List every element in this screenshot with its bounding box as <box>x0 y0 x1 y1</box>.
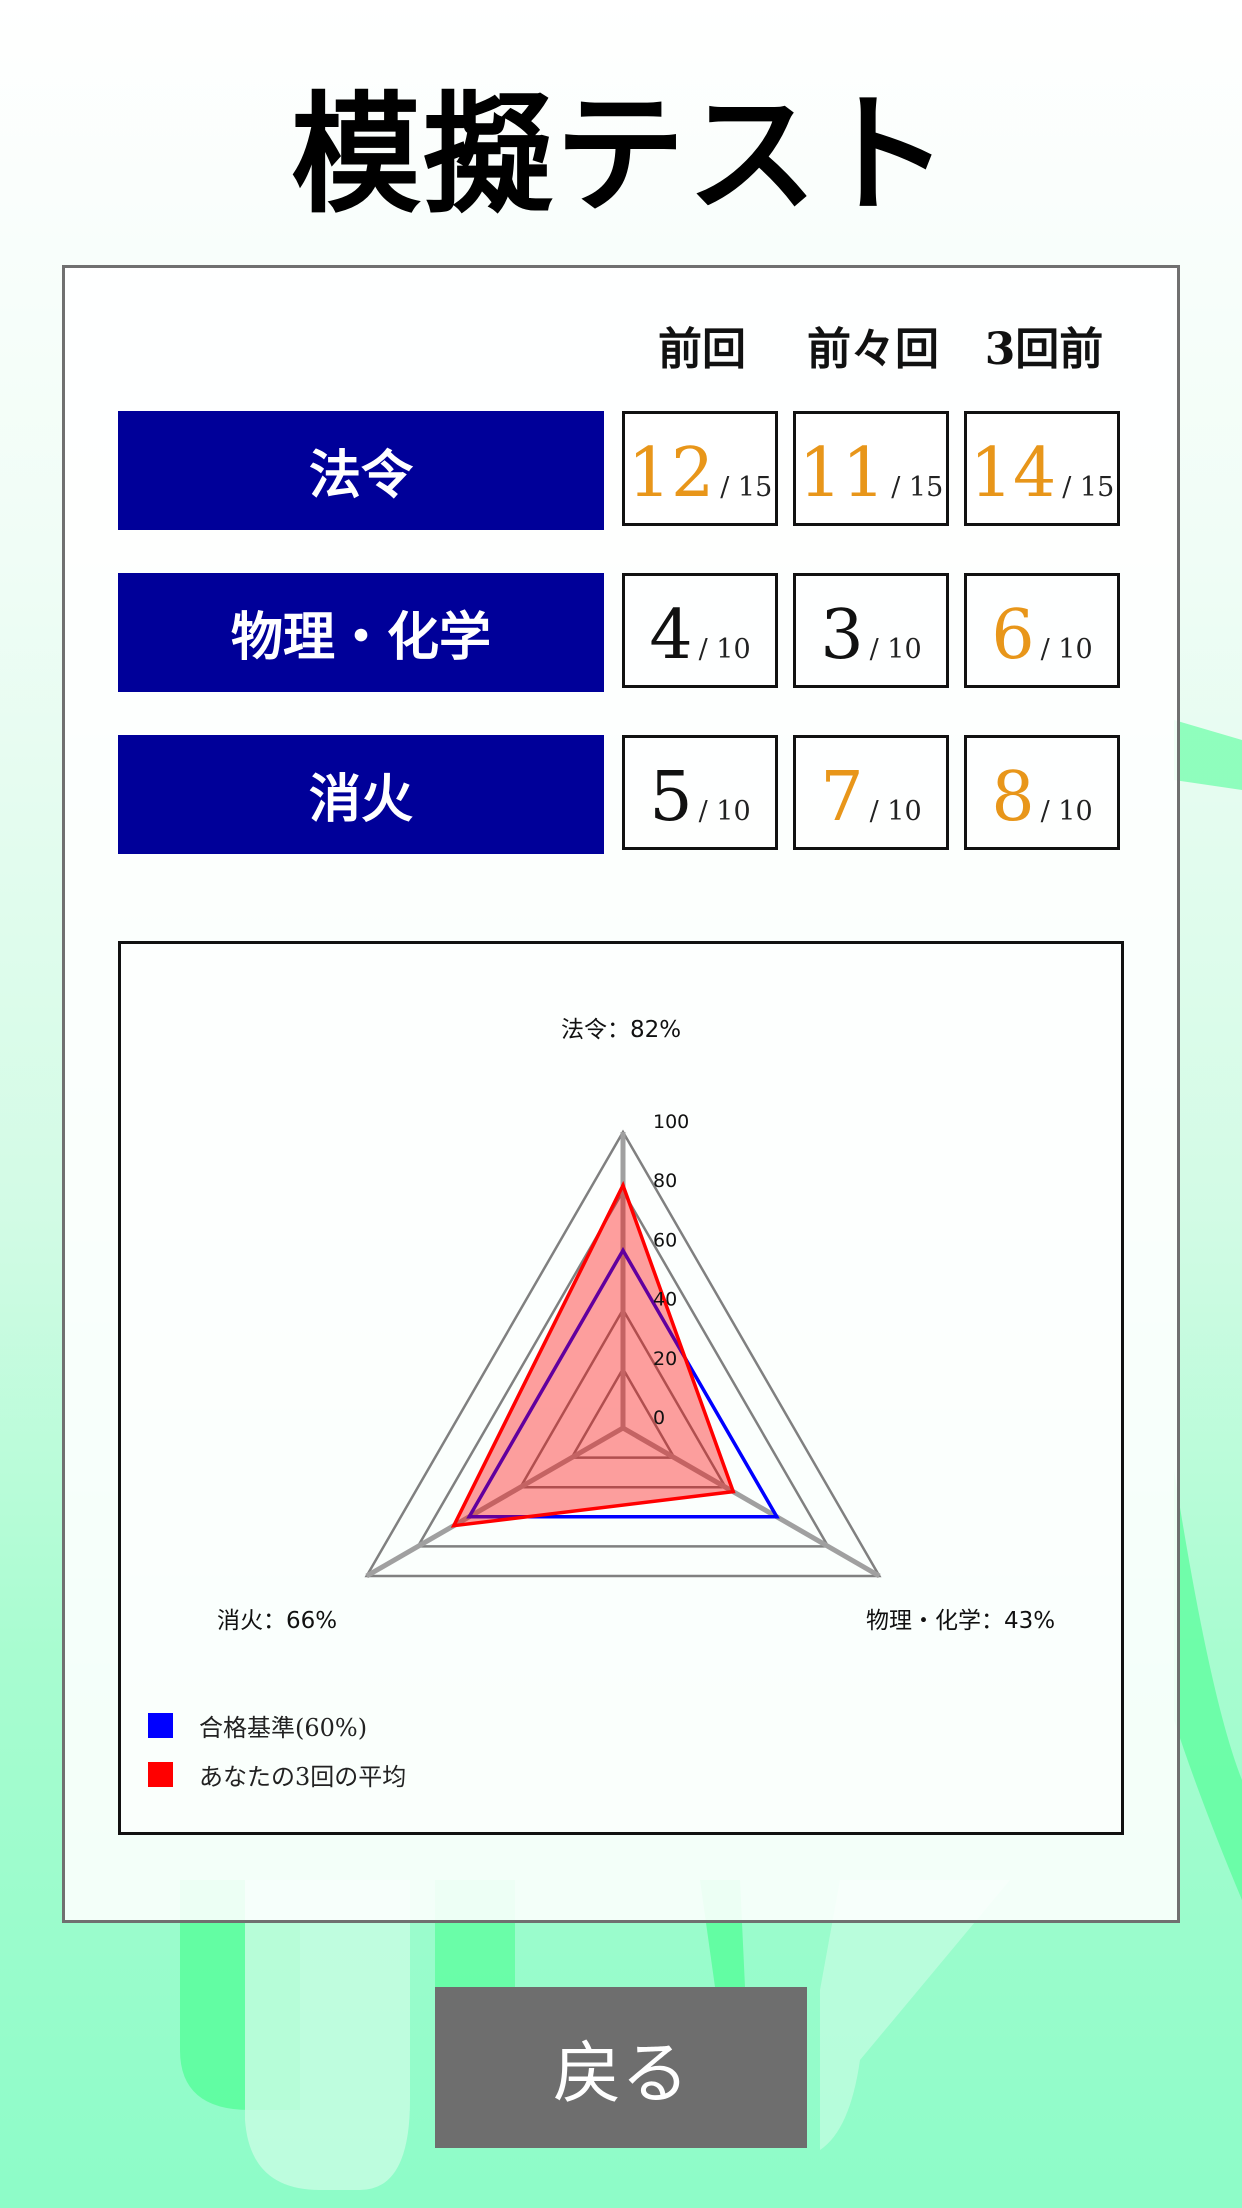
tick-label: 100 <box>653 1111 689 1133</box>
score-value: 6 <box>991 596 1035 675</box>
tick-label: 80 <box>653 1170 677 1192</box>
score-cell: 3/ 10 <box>793 573 949 688</box>
score-max: / 10 <box>1040 634 1093 665</box>
score-value: 4 <box>649 596 693 675</box>
column-header-three-ago: 3回前 <box>984 324 1104 375</box>
score-value: 12 <box>627 434 715 513</box>
axis-label-physics-chemistry: 物理・化学：43% <box>866 1608 1056 1634</box>
column-header-before-last: 前々回 <box>807 324 939 375</box>
column-header-last: 前回 <box>658 324 746 375</box>
score-max: / 15 <box>1062 472 1115 503</box>
tick-label: 60 <box>653 1229 677 1251</box>
score-value: 11 <box>798 434 886 513</box>
score-cell: 11/ 15 <box>793 411 949 526</box>
legend-swatch-red <box>148 1762 173 1787</box>
score-max: / 10 <box>1040 796 1093 827</box>
score-max: / 15 <box>720 472 773 503</box>
score-max: / 10 <box>698 796 751 827</box>
score-cell: 6/ 10 <box>964 573 1120 688</box>
legend-item-average: あなたの3回の平均 <box>148 1757 406 1792</box>
score-cell: 4/ 10 <box>622 573 778 688</box>
radar-chart-container: 0 20 40 60 80 100 法令：82% 物理・化学：43% 消火：66% 合格基… <box>118 941 1124 1835</box>
score-value: 8 <box>991 758 1035 837</box>
score-value: 7 <box>820 758 864 837</box>
score-max: / 10 <box>869 634 922 665</box>
score-max: / 10 <box>698 634 751 665</box>
score-value: 3 <box>820 596 864 675</box>
score-cell: 14/ 15 <box>964 411 1120 526</box>
back-button[interactable]: 戻る <box>435 1987 807 2148</box>
score-cell: 8/ 10 <box>964 735 1120 850</box>
row-label-fire-extinguishing: 消火 <box>118 735 604 854</box>
page-title: 模擬テスト <box>290 79 951 231</box>
score-cell: 7/ 10 <box>793 735 949 850</box>
score-value: 14 <box>969 434 1057 513</box>
score-max: / 15 <box>891 472 944 503</box>
legend-text: あなたの3回の平均 <box>199 1763 407 1791</box>
tick-label: 40 <box>653 1289 677 1311</box>
row-label-law: 法令 <box>118 411 604 530</box>
radar-chart: 0 20 40 60 80 100 <box>364 1111 882 1579</box>
legend-text: 合格基準(60%) <box>199 1714 368 1742</box>
axis-label-law: 法令：82% <box>561 1017 682 1043</box>
score-cell: 5/ 10 <box>622 735 778 850</box>
legend-swatch-blue <box>148 1713 173 1738</box>
series-average <box>450 1180 736 1528</box>
tick-label: 20 <box>653 1348 677 1370</box>
axis-label-fire-extinguishing: 消火：66% <box>217 1608 338 1634</box>
score-cell: 12/ 15 <box>622 411 778 526</box>
score-max: / 10 <box>869 796 922 827</box>
score-value: 5 <box>649 758 693 837</box>
row-label-physics-chemistry: 物理・化学 <box>118 573 604 692</box>
legend-item-pass-line: 合格基準(60%) <box>148 1708 367 1743</box>
tick-label: 0 <box>653 1407 665 1429</box>
